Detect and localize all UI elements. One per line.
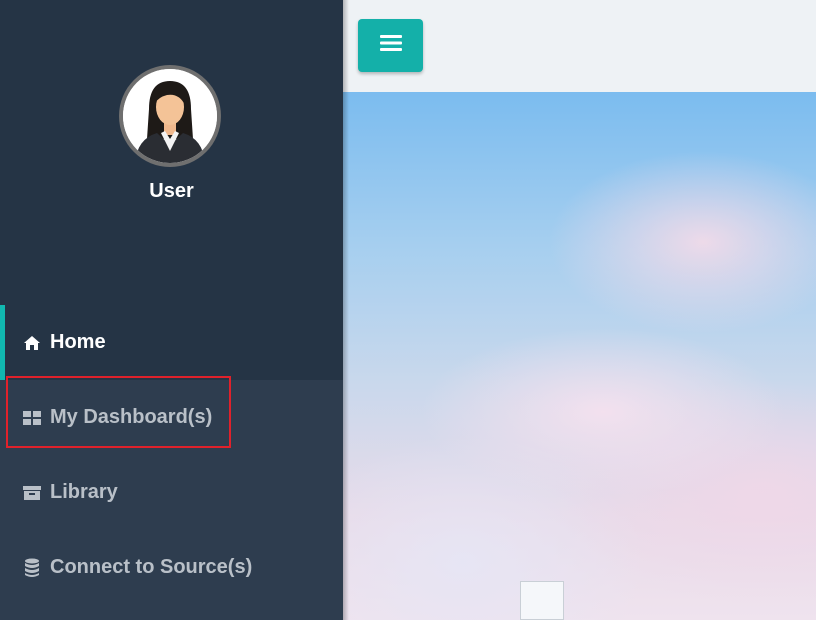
sidebar-item-connect[interactable]: Connect to Source(s) xyxy=(0,530,343,605)
home-icon xyxy=(22,333,42,353)
sidebar-item-label: Home xyxy=(50,331,106,353)
database-icon xyxy=(22,558,42,578)
hamburger-icon xyxy=(379,34,402,57)
username: User xyxy=(149,180,194,202)
annotation-highlight-box xyxy=(6,376,231,448)
menu-toggle-button[interactable] xyxy=(358,19,423,72)
sidebar-item-home[interactable]: Home xyxy=(0,305,343,380)
sidebar-shadow xyxy=(343,0,349,620)
sidebar: User Home My Dashboard(s) Library Connec… xyxy=(0,0,343,620)
active-indicator xyxy=(0,305,5,380)
sidebar-item-label: Connect to Source(s) xyxy=(50,556,253,578)
archive-icon xyxy=(22,483,42,503)
avatar[interactable] xyxy=(119,65,221,167)
sidebar-item-library[interactable]: Library xyxy=(0,455,343,530)
building-image xyxy=(520,581,564,620)
sidebar-item-label: Library xyxy=(50,481,118,503)
hero-sky-image xyxy=(343,92,816,620)
profile-panel: User xyxy=(0,0,343,305)
